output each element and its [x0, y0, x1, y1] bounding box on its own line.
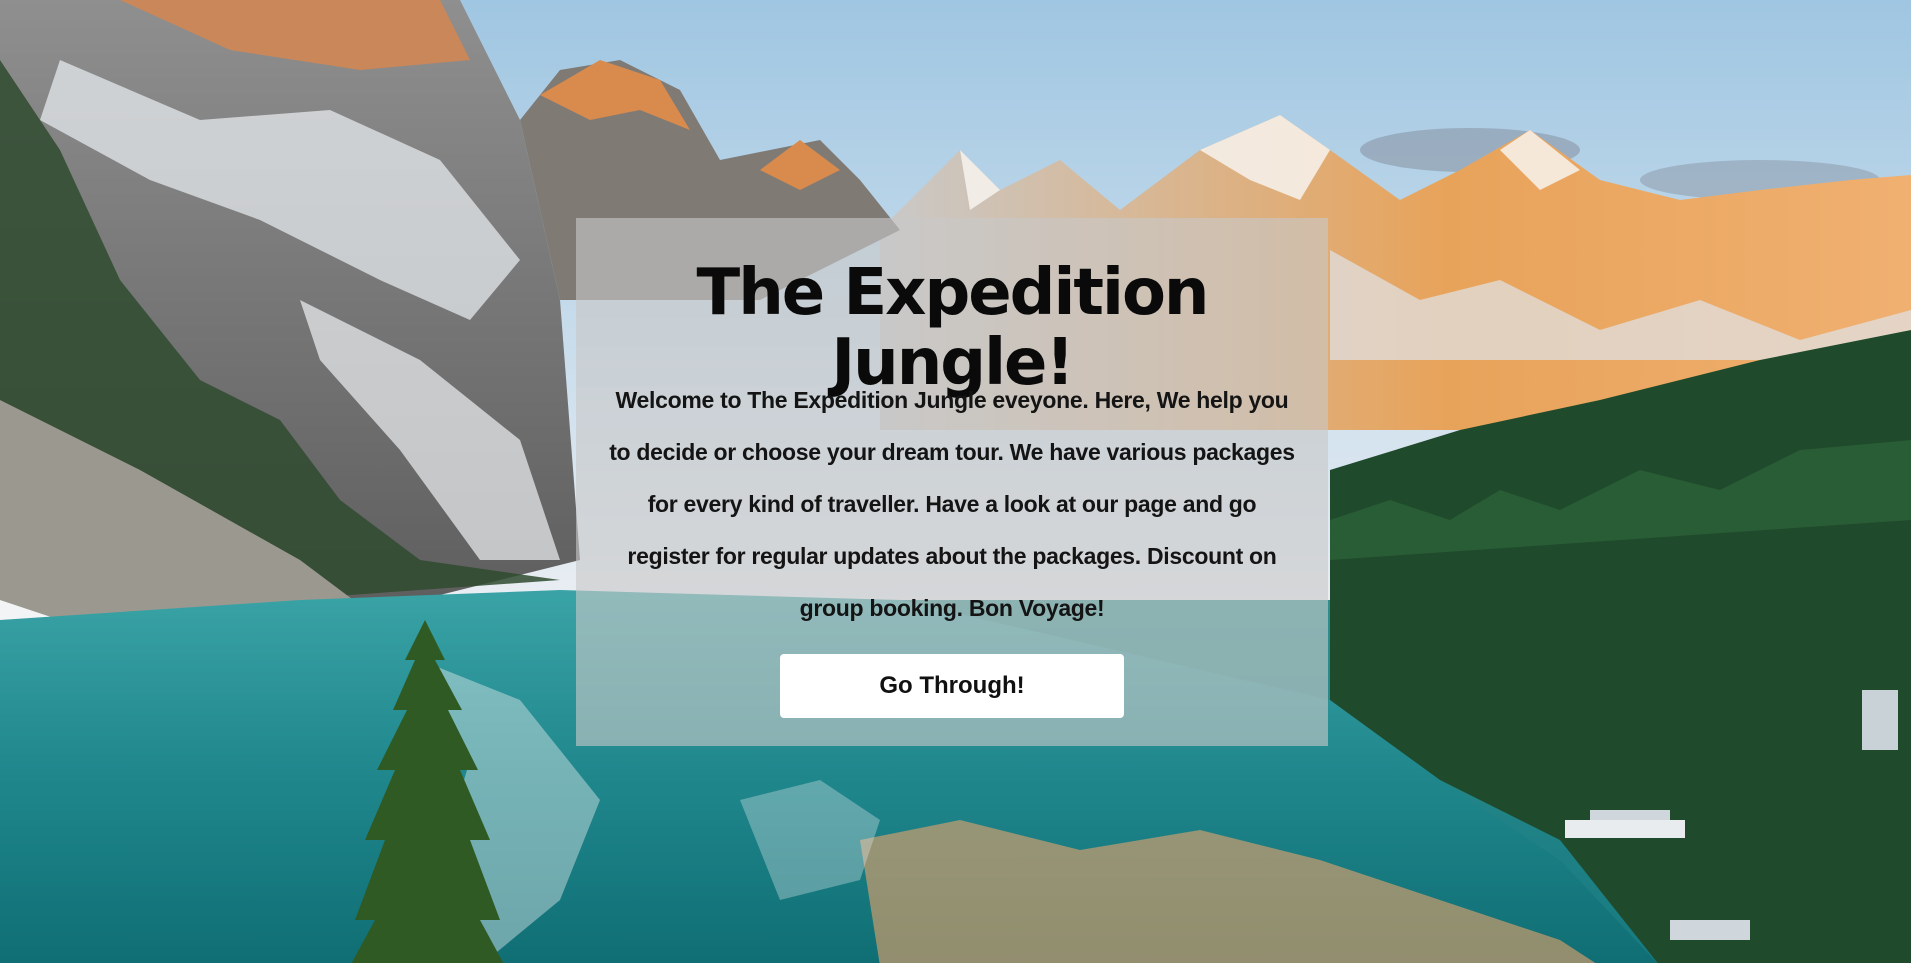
intro-paragraph: Welcome to The Expedition Jungle eveyone… — [609, 387, 1295, 621]
welcome-card: The Expedition Jungle! Welcome to The Ex… — [576, 218, 1328, 746]
hero-section: The Expedition Jungle! Welcome to The Ex… — [0, 0, 1911, 966]
go-through-button[interactable]: Go Through! — [780, 654, 1124, 718]
